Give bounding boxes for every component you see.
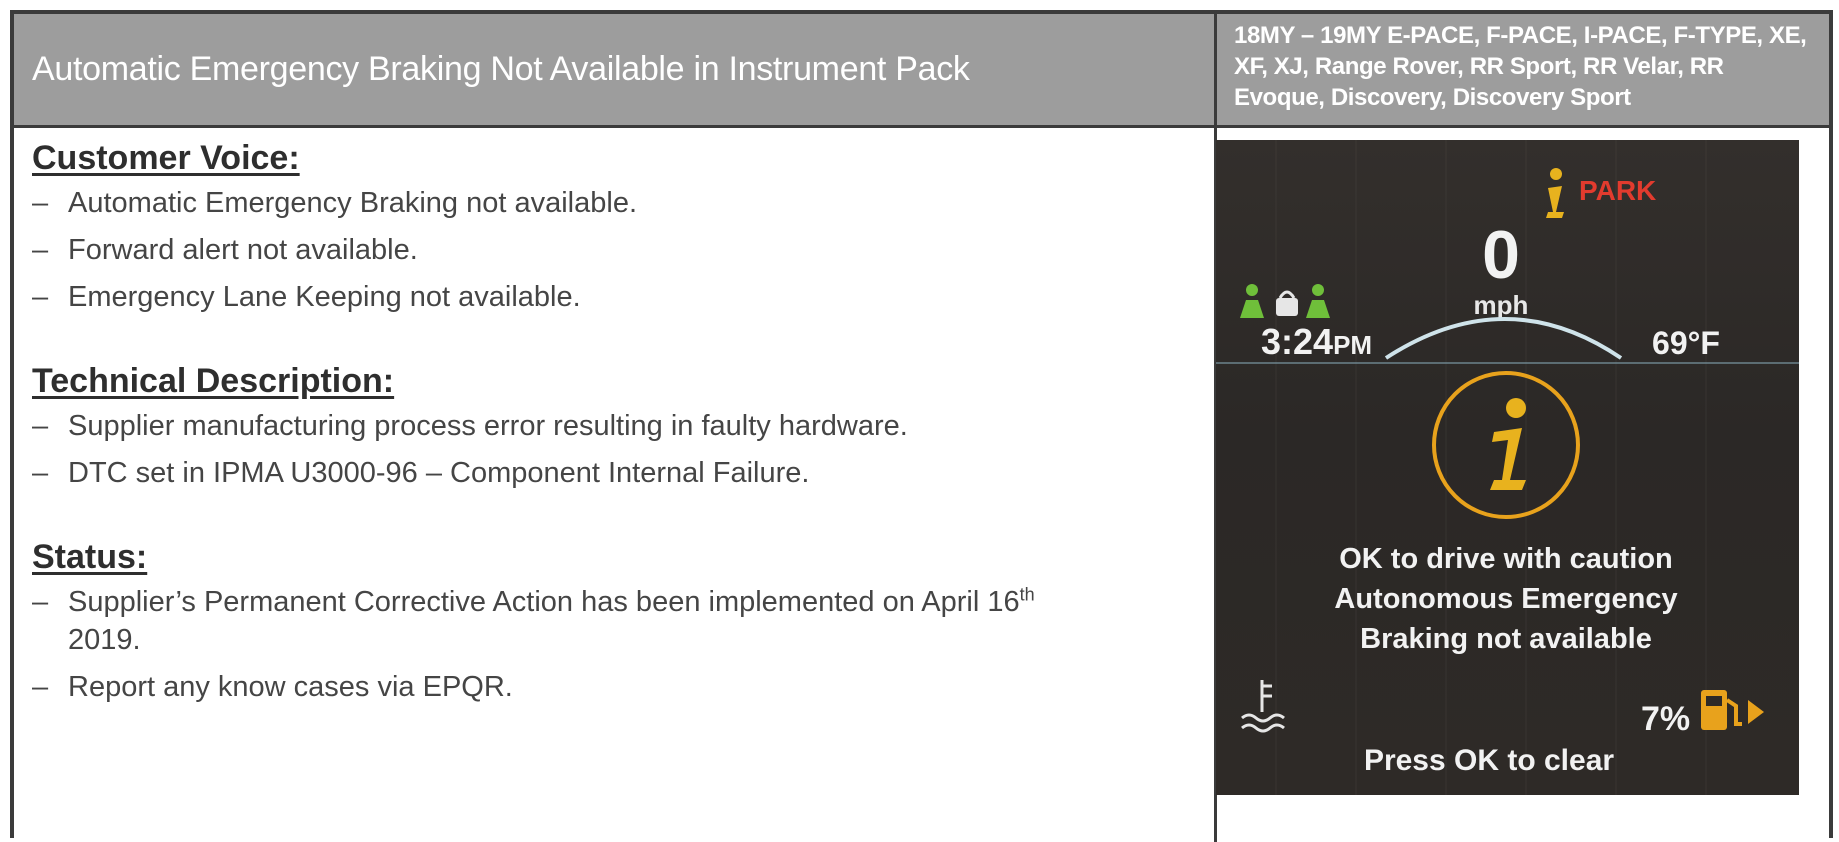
- bulletin-body: Customer Voice: – Automatic Emergency Bra…: [32, 136, 1202, 715]
- clear-prompt: Press OK to clear: [1364, 744, 1614, 777]
- bullet-dash: –: [32, 671, 49, 703]
- instrument-cluster-display: PARK 0 mph 3:24PM 69°F OK to drive with …: [1216, 140, 1799, 795]
- technical-description-list: – Supplier manufacturing process error re…: [32, 407, 1202, 492]
- customer-voice-list: – Automatic Emergency Braking not availab…: [32, 184, 1202, 316]
- info-icon: [1432, 371, 1580, 519]
- list-item: – Report any know cases via EPQR.: [32, 668, 1202, 706]
- list-item: – Supplier’s Permanent Corrective Action …: [32, 583, 1202, 659]
- list-item: – DTC set in IPMA U3000-96 – Component In…: [32, 454, 1202, 492]
- warning-message-line-2: Autonomous Emergency: [1334, 583, 1677, 615]
- list-item-text: DTC set in IPMA U3000-96 – Component Int…: [68, 457, 810, 489]
- outside-temperature: 69°F: [1652, 325, 1720, 361]
- park-indicator: PARK: [1579, 175, 1656, 206]
- coolant-temperature-icon: [1241, 680, 1285, 733]
- header-models-cell: 18MY – 19MY E-PACE, F-PACE, I-PACE, F-TY…: [1214, 14, 1829, 128]
- ordinal-suffix: th: [1019, 584, 1035, 605]
- speed-value: 0: [1482, 217, 1520, 293]
- fuel-pump-icon: [1701, 690, 1764, 730]
- seatbelt-icon: [1240, 284, 1330, 318]
- list-item-text: Report any know cases via EPQR.: [68, 671, 513, 703]
- status-list: – Supplier’s Permanent Corrective Action …: [32, 583, 1202, 706]
- bullet-dash: –: [32, 410, 49, 442]
- technical-description-heading: Technical Description:: [32, 362, 395, 400]
- instrument-cluster-photo: PARK 0 mph 3:24PM 69°F OK to drive with …: [1216, 140, 1799, 795]
- speedometer-arc: [1384, 317, 1623, 360]
- bullet-dash: –: [32, 187, 49, 219]
- fuel-level: 7%: [1641, 700, 1690, 738]
- customer-voice-heading: Customer Voice:: [32, 139, 300, 177]
- list-item-text: Emergency Lane Keeping not available.: [68, 281, 581, 313]
- list-item: – Forward alert not available.: [32, 231, 1202, 269]
- list-item-text: Forward alert not available.: [68, 234, 418, 266]
- clock-time: 3:24PM: [1261, 321, 1372, 362]
- status-heading: Status:: [32, 538, 148, 576]
- list-item-text: Automatic Emergency Braking not availabl…: [68, 187, 638, 219]
- list-item-text: 2019.: [68, 624, 141, 656]
- bullet-dash: –: [32, 457, 49, 489]
- warning-message-line-1: OK to drive with caution: [1339, 543, 1673, 575]
- warning-message-line-3: Braking not available: [1360, 623, 1652, 655]
- list-item-text: Supplier’s Permanent Corrective Action h…: [68, 586, 1020, 618]
- list-item: – Supplier manufacturing process error re…: [32, 407, 1202, 445]
- bullet-dash: –: [32, 234, 49, 266]
- bullet-dash: –: [32, 281, 49, 313]
- speed-unit: mph: [1474, 290, 1529, 320]
- affected-models: 18MY – 19MY E-PACE, F-PACE, I-PACE, F-TY…: [1234, 22, 1807, 111]
- info-icon: [1546, 168, 1564, 218]
- list-item: – Automatic Emergency Braking not availab…: [32, 184, 1202, 222]
- list-item-text: Supplier manufacturing process error res…: [68, 410, 908, 442]
- header-title-cell: Automatic Emergency Braking Not Availabl…: [14, 14, 1214, 128]
- list-item: – Emergency Lane Keeping not available.: [32, 278, 1202, 316]
- bullet-dash: –: [32, 586, 49, 618]
- bulletin-title: Automatic Emergency Braking Not Availabl…: [32, 50, 970, 88]
